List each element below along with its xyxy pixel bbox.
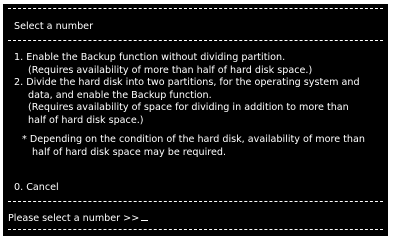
note-line-1: * Depending on the condition of the hard… <box>22 134 365 145</box>
option-2[interactable]: 2. Divide the hard disk into two partiti… <box>14 77 379 127</box>
option-2-detail-2: (Requires availability of space for divi… <box>28 102 349 113</box>
option-2-label: 2. Divide the hard disk into two partiti… <box>14 77 360 88</box>
console-window: Select a number 1. Enable the Backup fun… <box>3 4 388 236</box>
option-1-detail: (Requires availability of more than half… <box>28 64 313 76</box>
note-line-2: half of hard disk space may be required. <box>32 146 227 158</box>
menu-title: Select a number <box>14 21 94 32</box>
number-prompt[interactable]: Please select a number >> <box>8 211 149 226</box>
footer-divider <box>8 201 383 202</box>
disk-note: * Depending on the condition of the hard… <box>14 134 379 159</box>
option-1-label: 1. Enable the Backup function without di… <box>14 52 286 63</box>
bottom-divider <box>8 229 383 230</box>
option-1[interactable]: 1. Enable the Backup function without di… <box>14 52 379 77</box>
options-list: 1. Enable the Backup function without di… <box>14 52 379 159</box>
option-2-detail-1: data, and enable the Backup function. <box>28 89 212 101</box>
header-divider <box>8 40 383 41</box>
text-cursor <box>141 211 149 221</box>
option-2-detail-3: half of hard disk space.) <box>28 114 144 126</box>
cancel-option[interactable]: 0. Cancel <box>14 182 59 195</box>
top-divider <box>8 8 383 9</box>
prompt-label: Please select a number >> <box>8 213 140 224</box>
